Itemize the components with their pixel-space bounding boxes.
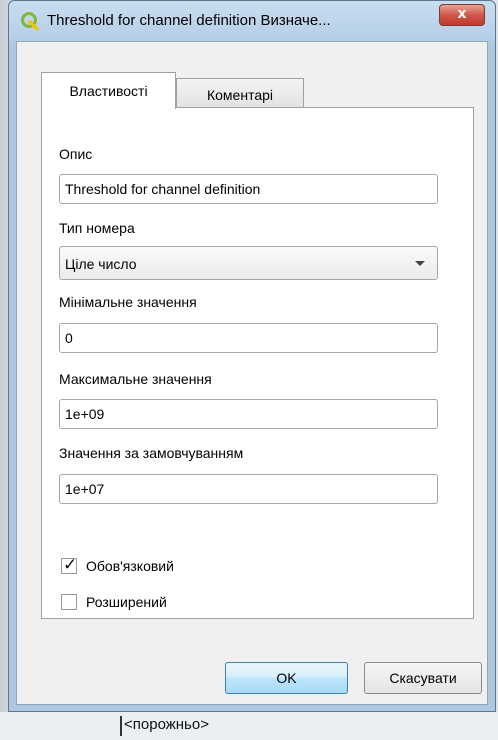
- background-list: [0, 712, 498, 740]
- mandatory-label: Обов'язковий: [86, 558, 174, 574]
- number-type-label: Тип номера: [59, 220, 135, 236]
- tab-properties[interactable]: Властивості: [41, 72, 176, 109]
- background-cursor-bar: [120, 716, 122, 736]
- description-field[interactable]: Threshold for channel definition: [59, 174, 438, 204]
- dialog-window: Threshold for channel definition Визначе…: [8, 0, 496, 712]
- number-type-select[interactable]: Ціле число: [59, 246, 438, 280]
- tab-comments[interactable]: Коментарі: [176, 78, 304, 108]
- max-value-field[interactable]: 1e+09: [59, 399, 438, 429]
- window-title: Threshold for channel definition Визначе…: [47, 12, 331, 29]
- checkmark-icon: ✓: [63, 555, 78, 575]
- description-label: Опис: [59, 146, 93, 162]
- background-list-item: <порожньо>: [124, 716, 209, 733]
- default-value-label: Значення за замовчуванням: [59, 445, 244, 461]
- ok-button[interactable]: OK: [225, 662, 348, 694]
- advanced-checkbox[interactable]: [61, 594, 77, 610]
- cancel-button[interactable]: Скасувати: [364, 662, 482, 694]
- close-icon: x: [457, 6, 467, 22]
- min-value-label: Мінімальне значення: [59, 294, 197, 310]
- close-button[interactable]: x: [439, 4, 485, 26]
- default-value-field[interactable]: 1e+07: [59, 474, 438, 504]
- min-value-field[interactable]: 0: [59, 323, 438, 353]
- advanced-label: Розширений: [86, 594, 167, 610]
- number-type-value: Ціле число: [65, 256, 137, 272]
- max-value-label: Максимальне значення: [59, 371, 212, 387]
- qgis-logo-icon: [21, 12, 39, 30]
- mandatory-checkbox[interactable]: ✓: [61, 555, 78, 575]
- dialog-body: Властивості Коментарі Опис Threshold for…: [16, 41, 488, 705]
- title-bar[interactable]: Threshold for channel definition Визначе…: [9, 1, 495, 41]
- chevron-down-icon: [415, 261, 425, 266]
